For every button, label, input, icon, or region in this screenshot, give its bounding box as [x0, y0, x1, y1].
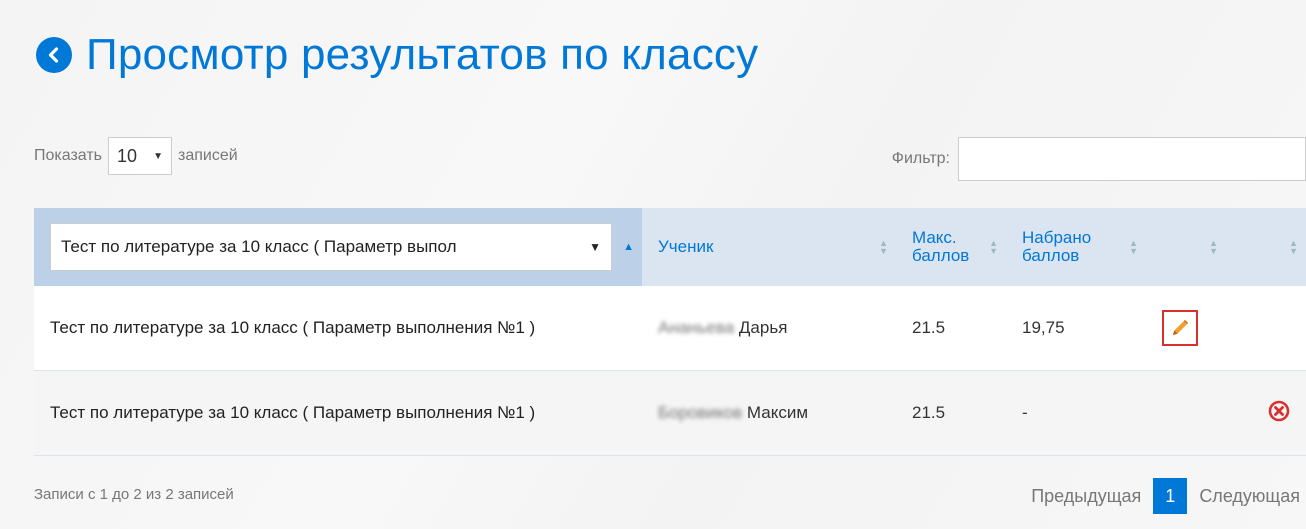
sort-icon[interactable]: ▲ ▼	[1129, 239, 1138, 256]
sort-icon[interactable]: ▲ ▼	[879, 239, 888, 256]
student-surname: Боровиков	[658, 403, 743, 422]
pencil-icon	[1173, 319, 1189, 335]
chevron-left-icon	[48, 47, 59, 63]
student-name: Дарья	[738, 318, 788, 337]
page-title: Просмотр результатов по классу	[86, 30, 759, 79]
table-header-row: Тест по литературе за 10 класс ( Парамет…	[34, 208, 1306, 286]
page-length-select[interactable]: 10 ▼	[108, 137, 173, 175]
edit-cell	[1146, 286, 1226, 371]
header-max-line1: Макс.	[912, 227, 957, 247]
caret-down-icon: ▼	[153, 150, 164, 162]
sort-icon[interactable]: ▲ ▼	[1209, 239, 1218, 256]
header-test[interactable]: Тест по литературе за 10 класс ( Парамет…	[34, 208, 642, 286]
back-button[interactable]	[36, 37, 72, 73]
sort-asc-icon[interactable]: ▲	[623, 242, 634, 253]
scored-cell: 19,75	[1006, 286, 1146, 371]
delete-cell	[1226, 370, 1306, 456]
page-length-control: Показать 10 ▼ записей	[34, 137, 238, 175]
header-delete[interactable]: ▲ ▼	[1226, 208, 1306, 286]
student-cell: Ананьева Дарья	[642, 286, 896, 371]
test-cell: Тест по литературе за 10 класс ( Парамет…	[34, 286, 642, 371]
sort-icon[interactable]: ▲ ▼	[1289, 239, 1298, 256]
edit-cell	[1146, 370, 1226, 456]
edit-button[interactable]	[1162, 310, 1198, 346]
table-row: Тест по литературе за 10 класс ( Парамет…	[34, 286, 1306, 371]
filter-input[interactable]	[958, 137, 1306, 181]
header-scored[interactable]: Набрано баллов ▲ ▼	[1006, 208, 1146, 286]
header-max-line2: баллов	[912, 245, 970, 265]
filter-control: Фильтр:	[892, 137, 1306, 181]
max-points-cell: 21.5	[896, 370, 1006, 456]
pagination: Предыдущая 1 Следующая	[1025, 478, 1306, 514]
header-student[interactable]: Ученик ▲ ▼	[642, 208, 896, 286]
header-edit[interactable]: ▲ ▼	[1146, 208, 1226, 286]
student-name: Максим	[746, 403, 809, 422]
header-max-points[interactable]: Макс. баллов ▲ ▼	[896, 208, 1006, 286]
max-points-cell: 21.5	[896, 286, 1006, 371]
pagination-next[interactable]: Следующая	[1193, 486, 1306, 507]
records-label: записей	[178, 147, 238, 164]
table-controls: Показать 10 ▼ записей Фильтр:	[34, 137, 1306, 181]
header-student-label: Ученик	[658, 237, 714, 256]
header-scored-label: Набрано баллов	[1022, 227, 1092, 265]
show-label: Показать	[34, 147, 103, 164]
header-max-points-label: Макс. баллов	[912, 227, 970, 265]
results-table: Тест по литературе за 10 класс ( Парамет…	[34, 208, 1306, 456]
student-surname: Ананьева	[658, 318, 735, 337]
page-length-value: 10	[117, 145, 138, 166]
remove-circle-icon[interactable]	[1268, 400, 1290, 422]
header-scored-line2: баллов	[1022, 245, 1080, 265]
student-cell: Боровиков Максим	[642, 370, 896, 456]
filter-label: Фильтр:	[891, 150, 950, 167]
caret-down-icon: ▼	[589, 240, 601, 254]
table-info: Записи с 1 до 2 из 2 записей	[34, 486, 234, 503]
table-row: Тест по литературе за 10 класс ( Парамет…	[34, 370, 1306, 456]
pagination-previous[interactable]: Предыдущая	[1025, 486, 1147, 507]
test-filter-select[interactable]: Тест по литературе за 10 класс ( Парамет…	[50, 223, 612, 271]
title-row: Просмотр результатов по классу	[36, 30, 758, 80]
test-filter-value: Тест по литературе за 10 класс ( Парамет…	[61, 237, 457, 256]
test-cell: Тест по литературе за 10 класс ( Парамет…	[34, 370, 642, 456]
pagination-page-1[interactable]: 1	[1153, 478, 1188, 514]
header-scored-line1: Набрано	[1022, 227, 1092, 247]
sort-icon[interactable]: ▲ ▼	[989, 239, 998, 256]
scored-cell: -	[1006, 370, 1146, 456]
delete-cell	[1226, 286, 1306, 371]
